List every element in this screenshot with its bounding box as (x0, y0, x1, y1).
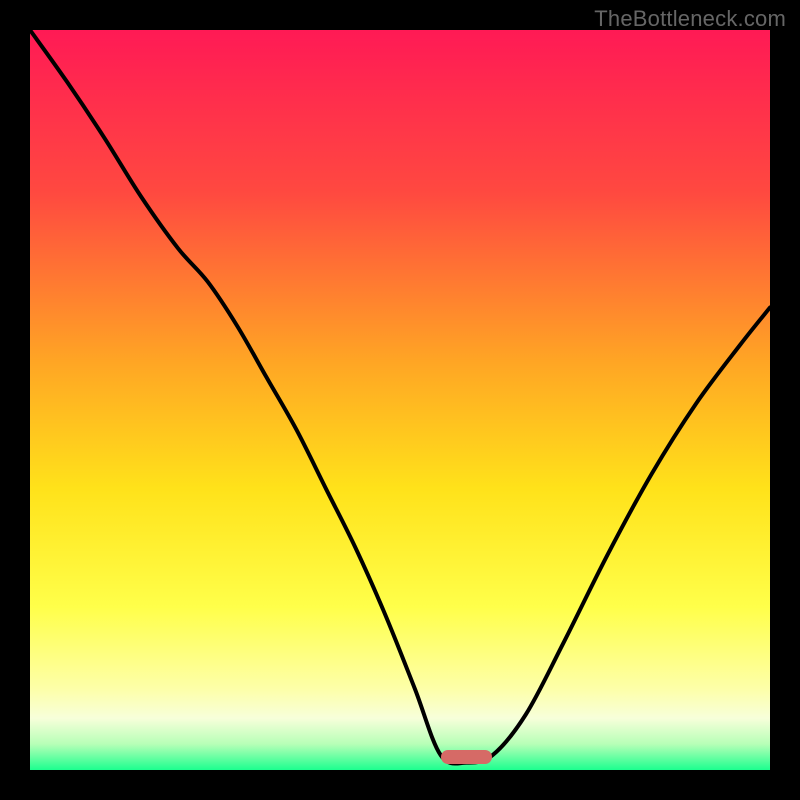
plot-svg (30, 30, 770, 770)
chart-frame: TheBottleneck.com (0, 0, 800, 800)
watermark-text: TheBottleneck.com (594, 6, 786, 32)
plot-area (30, 30, 770, 770)
optimal-marker (441, 750, 493, 764)
gradient-background (30, 30, 770, 770)
